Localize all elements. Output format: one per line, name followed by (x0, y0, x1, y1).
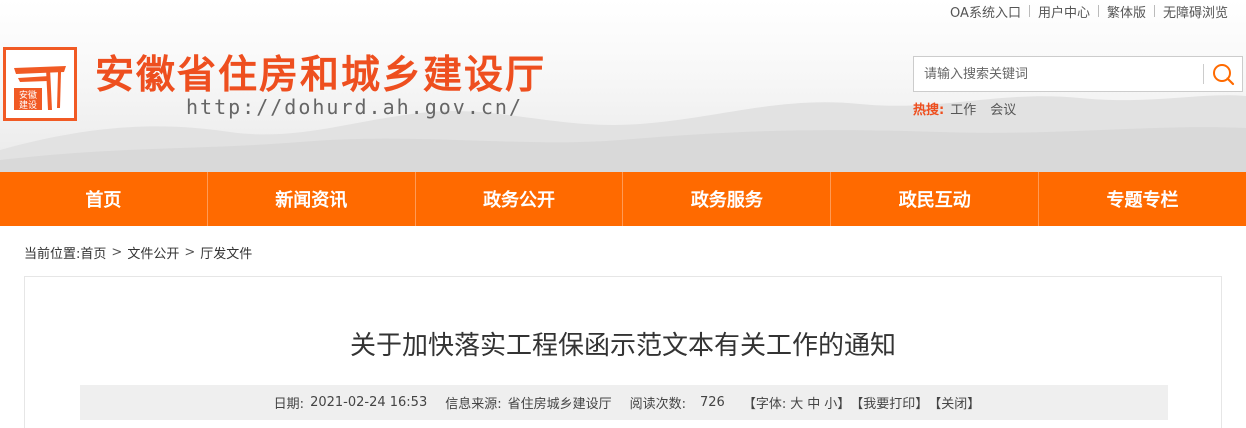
search-input[interactable] (914, 57, 1202, 91)
font-small-button[interactable]: 小】 (824, 393, 850, 412)
oa-entry-link[interactable]: OA系统入口 (942, 2, 1029, 21)
search-divider (1203, 64, 1204, 84)
hot-search: 热搜: 工作 会议 (913, 99, 1030, 118)
main-nav: 首页 新闻资讯 政务公开 政务服务 政民互动 专题专栏 (0, 172, 1246, 226)
font-large-button[interactable]: 大 (790, 393, 803, 412)
top-links: OA系统入口 用户中心 繁体版 无障碍浏览 (942, 2, 1236, 21)
nav-special-topics[interactable]: 专题专栏 (1039, 172, 1246, 226)
nav-public-interaction[interactable]: 政民互动 (831, 172, 1040, 226)
breadcrumb-file-disclosure[interactable]: 文件公开 (127, 243, 179, 262)
breadcrumb-department-documents[interactable]: 厅发文件 (200, 243, 252, 262)
site-logo[interactable]: 安徽 建设 (3, 47, 77, 121)
nav-news[interactable]: 新闻资讯 (208, 172, 416, 226)
search-button[interactable] (1208, 60, 1238, 88)
search-box (913, 56, 1243, 92)
article-source: 省住房城乡建设厅 (507, 397, 612, 412)
breadcrumb-separator: > (111, 245, 123, 260)
print-button[interactable]: 【我要打印】 (850, 393, 928, 412)
font-size-label: 【字体: (742, 397, 787, 412)
hot-keyword[interactable]: 会议 (990, 99, 1016, 118)
logo-text-bottom: 建设 (19, 99, 37, 111)
breadcrumb: 当前位置: 首页 > 文件公开 > 厅发文件 (24, 243, 252, 262)
hot-search-label: 热搜: (913, 103, 945, 118)
nav-home[interactable]: 首页 (0, 172, 208, 226)
close-button[interactable]: 【关闭】 (928, 393, 980, 412)
site-title[interactable]: 安徽省住房和城乡建设厅 (95, 44, 546, 100)
logo-text-top: 安徽 (19, 89, 37, 101)
site-header: OA系统入口 用户中心 繁体版 无障碍浏览 安徽 建设 安徽省住房和城乡建设厅 … (0, 0, 1246, 172)
views-label: 阅读次数: (629, 397, 687, 412)
nav-government-affairs[interactable]: 政务公开 (416, 172, 624, 226)
article-meta: 日期: 2021-02-24 16:53 信息来源: 省住房城乡建设厅 阅读次数… (80, 385, 1168, 420)
accessibility-link[interactable]: 无障碍浏览 (1155, 2, 1236, 21)
article-card: 关于加快落实工程保函示范文本有关工作的通知 日期: 2021-02-24 16:… (24, 276, 1222, 428)
article-date: 2021-02-24 16:53 (310, 395, 428, 410)
breadcrumb-separator: > (184, 245, 196, 260)
search-icon (1213, 64, 1235, 86)
article-views: 726 (700, 395, 725, 410)
nav-government-services[interactable]: 政务服务 (623, 172, 832, 226)
hot-keyword[interactable]: 工作 (950, 99, 976, 118)
breadcrumb-label: 当前位置: (24, 247, 81, 262)
breadcrumb-home[interactable]: 首页 (80, 243, 106, 262)
user-center-link[interactable]: 用户中心 (1030, 2, 1098, 21)
traditional-chinese-link[interactable]: 繁体版 (1099, 2, 1154, 21)
site-url: http://dohurd.ah.gov.cn/ (186, 95, 523, 119)
logo-emblem-icon: 安徽 建设 (14, 66, 66, 111)
article-title: 关于加快落实工程保函示范文本有关工作的通知 (349, 331, 896, 361)
date-label: 日期: (273, 397, 305, 412)
source-label: 信息来源: (445, 397, 502, 412)
font-medium-button[interactable]: 中 (807, 393, 820, 412)
